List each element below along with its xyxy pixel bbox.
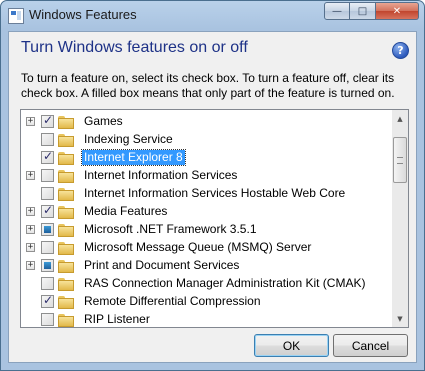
folder-icon bbox=[58, 132, 75, 148]
folder-icon bbox=[58, 222, 75, 238]
title-bar[interactable]: Windows Features — □ ✕ bbox=[1, 1, 424, 31]
feature-row[interactable]: + Microsoft .NET Framework 3.5.1 bbox=[21, 221, 391, 239]
feature-row[interactable]: + Microsoft Message Queue (MSMQ) Server bbox=[21, 239, 391, 257]
feature-row[interactable]: Remote Differential Compression bbox=[21, 293, 391, 311]
feature-label[interactable]: RIP Listener bbox=[82, 312, 152, 327]
feature-row[interactable]: RIP Listener bbox=[21, 311, 391, 327]
feature-label[interactable]: Remote Differential Compression bbox=[82, 294, 263, 309]
folder-icon bbox=[58, 186, 75, 202]
feature-label[interactable]: Media Features bbox=[82, 204, 169, 219]
window-title: Windows Features bbox=[29, 7, 137, 22]
feature-label[interactable]: Internet Information Services Hostable W… bbox=[82, 186, 347, 201]
feature-checkbox[interactable] bbox=[41, 313, 54, 326]
folder-icon bbox=[58, 240, 75, 256]
caption-buttons: — □ ✕ bbox=[324, 2, 419, 20]
scroll-thumb[interactable] bbox=[393, 137, 407, 183]
cancel-button[interactable]: Cancel bbox=[333, 334, 408, 357]
folder-icon bbox=[58, 258, 75, 274]
windows-features-window: Windows Features — □ ✕ Turn Windows feat… bbox=[0, 0, 425, 371]
dialog-heading: Turn Windows features on or off bbox=[21, 39, 248, 56]
close-button[interactable]: ✕ bbox=[376, 2, 419, 20]
expand-plus-icon[interactable]: + bbox=[26, 243, 35, 252]
feature-label[interactable]: Microsoft .NET Framework 3.5.1 bbox=[82, 222, 259, 237]
feature-row[interactable]: Internet Information Services Hostable W… bbox=[21, 185, 391, 203]
feature-label[interactable]: Indexing Service bbox=[82, 132, 175, 147]
windows-features-app-icon bbox=[8, 8, 24, 24]
features-tree[interactable]: ▲ ▼ + Games Indexing Service Internet Explo… bbox=[20, 109, 409, 328]
feature-label[interactable]: Internet Explorer 8 bbox=[81, 149, 186, 166]
maximize-button[interactable]: □ bbox=[350, 2, 376, 20]
expand-plus-icon[interactable]: + bbox=[26, 261, 35, 270]
feature-checkbox[interactable] bbox=[41, 259, 54, 272]
folder-icon bbox=[58, 114, 75, 130]
expand-plus-icon[interactable]: + bbox=[26, 171, 35, 180]
feature-checkbox[interactable] bbox=[41, 203, 54, 218]
feature-label[interactable]: Print and Document Services bbox=[82, 258, 241, 273]
feature-checkbox[interactable] bbox=[41, 277, 54, 290]
folder-icon bbox=[58, 294, 75, 310]
folder-icon bbox=[58, 204, 75, 220]
folder-icon bbox=[58, 150, 75, 166]
feature-row[interactable]: + Media Features bbox=[21, 203, 391, 221]
feature-checkbox[interactable] bbox=[41, 113, 54, 128]
scroll-down-arrow-icon[interactable]: ▼ bbox=[392, 310, 408, 327]
feature-label[interactable]: Microsoft Message Queue (MSMQ) Server bbox=[82, 240, 313, 255]
feature-checkbox[interactable] bbox=[41, 241, 54, 254]
feature-row[interactable]: Internet Explorer 8 bbox=[21, 149, 391, 167]
dialog-description: To turn a feature on, select its check b… bbox=[21, 71, 395, 100]
feature-checkbox[interactable] bbox=[41, 149, 54, 164]
feature-row[interactable]: + Games bbox=[21, 113, 391, 131]
feature-checkbox[interactable] bbox=[41, 293, 54, 308]
folder-icon bbox=[58, 168, 75, 184]
feature-row[interactable]: + Print and Document Services bbox=[21, 257, 391, 275]
ok-button[interactable]: OK bbox=[254, 334, 329, 357]
expand-plus-icon[interactable]: + bbox=[26, 207, 35, 216]
scroll-up-arrow-icon[interactable]: ▲ bbox=[392, 110, 408, 127]
vertical-scrollbar[interactable]: ▲ ▼ bbox=[392, 110, 408, 327]
folder-icon bbox=[58, 312, 75, 327]
feature-label[interactable]: Internet Information Services bbox=[82, 168, 239, 183]
feature-row[interactable]: Indexing Service bbox=[21, 131, 391, 149]
feature-label[interactable]: Games bbox=[82, 114, 125, 129]
feature-row[interactable]: RAS Connection Manager Administration Ki… bbox=[21, 275, 391, 293]
dialog-body: Turn Windows features on or off ? To tur… bbox=[8, 31, 417, 363]
minimize-button[interactable]: — bbox=[324, 2, 350, 20]
folder-icon bbox=[58, 276, 75, 292]
feature-row[interactable]: + Internet Information Services bbox=[21, 167, 391, 185]
expand-plus-icon[interactable]: + bbox=[26, 117, 35, 126]
feature-checkbox[interactable] bbox=[41, 223, 54, 236]
expand-plus-icon[interactable]: + bbox=[26, 225, 35, 234]
feature-label[interactable]: RAS Connection Manager Administration Ki… bbox=[82, 276, 367, 291]
feature-checkbox[interactable] bbox=[41, 133, 54, 146]
help-icon[interactable]: ? bbox=[392, 42, 409, 59]
feature-checkbox[interactable] bbox=[41, 169, 54, 182]
feature-checkbox[interactable] bbox=[41, 187, 54, 200]
